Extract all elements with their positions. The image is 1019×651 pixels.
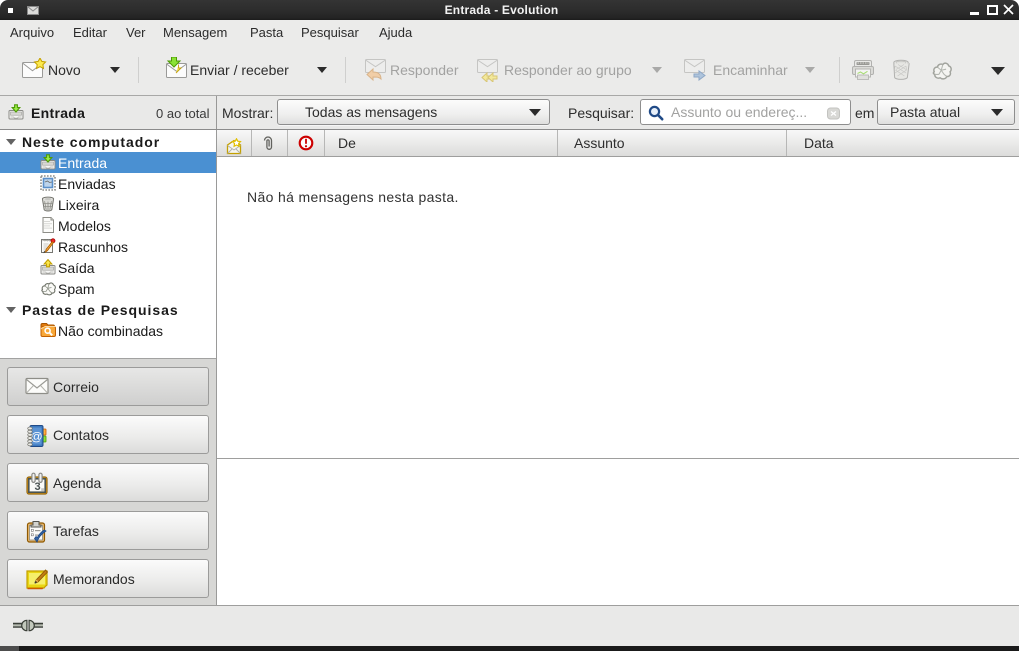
svg-text:3: 3 [35,481,41,493]
